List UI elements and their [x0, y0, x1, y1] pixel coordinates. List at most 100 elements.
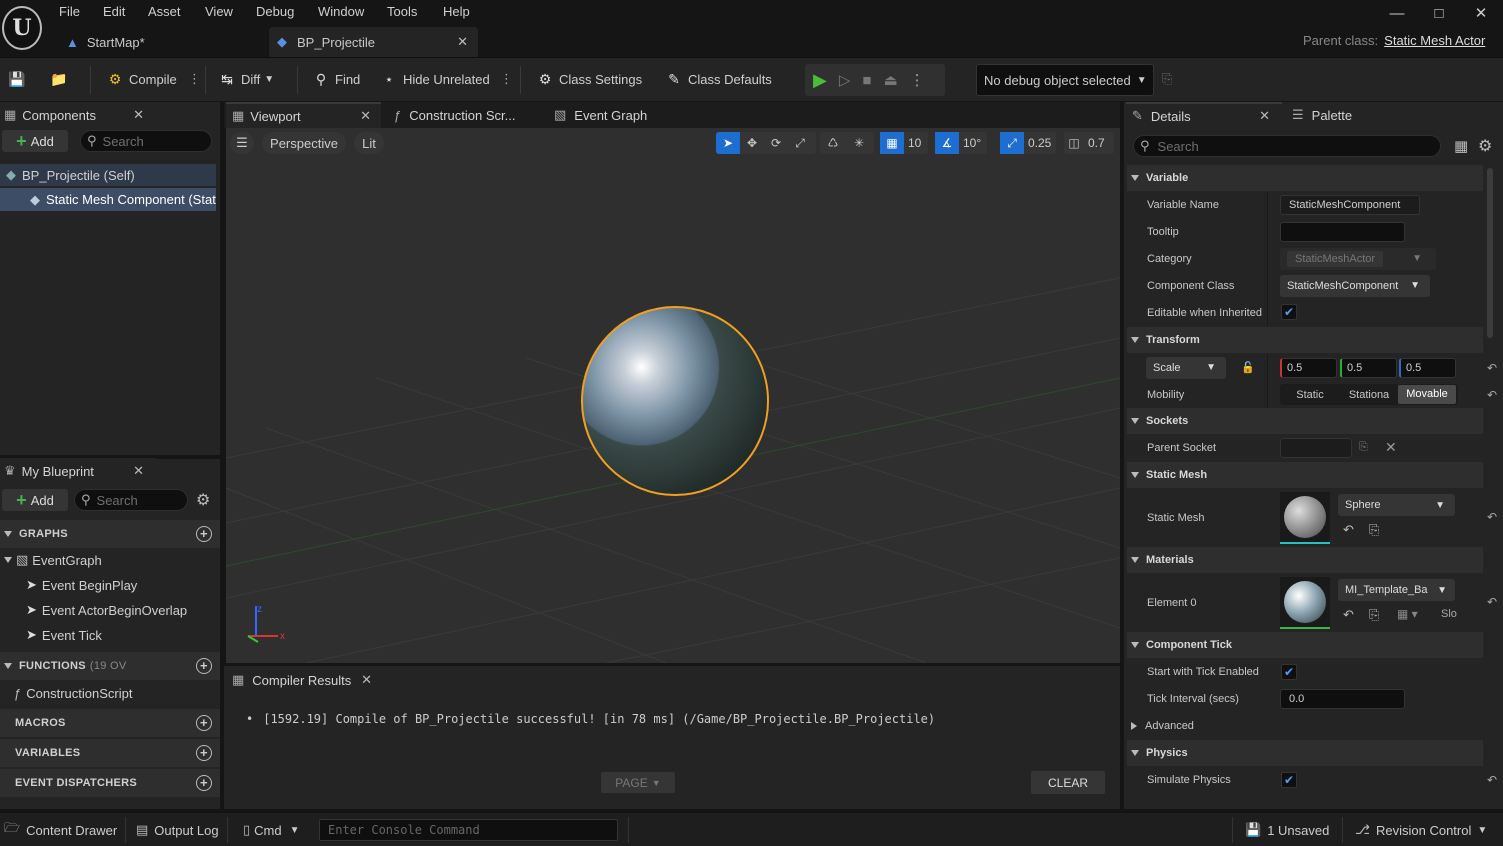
close-tab-icon[interactable]: ✕ — [361, 672, 372, 688]
details-search-input[interactable]: ⚲ Search — [1133, 135, 1441, 157]
close-tab-icon[interactable]: ✕ — [360, 108, 371, 124]
browse-asset-icon[interactable]: ⎘ — [1369, 522, 1379, 538]
cmd-dropdown[interactable]: ▯ Cmd ▼ — [243, 819, 300, 841]
world-local-icon[interactable]: ✳ — [846, 136, 872, 150]
select-icon[interactable]: ➤ — [716, 132, 740, 154]
reset-icon[interactable]: ↶ — [1487, 595, 1497, 609]
scale-y-field[interactable]: 0.5 — [1340, 357, 1397, 378]
component-tick-section[interactable]: Component Tick — [1127, 632, 1483, 658]
class-settings-button[interactable]: ⚙ Class Settings — [536, 64, 642, 94]
rotate-icon[interactable]: ⟳ — [764, 136, 788, 150]
use-selected-icon[interactable]: ↶ — [1343, 522, 1354, 538]
hide-unrelated-button[interactable]: ⋆ Hide Unrelated — [380, 64, 490, 94]
menu-tools[interactable]: Tools — [387, 4, 417, 19]
event-tick-item[interactable]: ➤ Event Tick — [26, 627, 102, 643]
blueprint-search-input[interactable]: ⚲ Search — [74, 489, 188, 511]
compile-button[interactable]: ⚙ Compile — [106, 64, 177, 94]
tab-event-graph[interactable]: ▧ Event Graph — [548, 102, 678, 128]
reset-icon[interactable]: ↶ — [1487, 773, 1497, 787]
scale-z-field[interactable]: 0.5 — [1399, 357, 1456, 378]
maximize-icon[interactable]: □ — [1428, 2, 1450, 24]
revision-control-button[interactable]: ⎇ Revision Control ▼ — [1355, 819, 1487, 841]
tab-bp-projectile[interactable]: ◆ BP_Projectile ✕ — [269, 27, 478, 57]
parent-class-link[interactable]: Static Mesh Actor — [1384, 33, 1485, 48]
debug-browse-icon[interactable]: ⎘ — [1162, 64, 1172, 94]
event-dispatchers-section[interactable]: EVENT DISPATCHERS + — [0, 769, 220, 797]
browse-asset-icon[interactable]: ⎘ — [1369, 607, 1379, 623]
editable-inherited-checkbox[interactable]: ✔ — [1281, 304, 1297, 320]
lit-button[interactable]: Lit — [354, 132, 384, 154]
eject-icon[interactable]: ⏏ — [883, 71, 897, 89]
unsaved-button[interactable]: 💾 1 Unsaved — [1245, 819, 1329, 841]
step-icon[interactable]: ▷ — [839, 71, 851, 89]
reset-icon[interactable]: ↶ — [1487, 361, 1497, 375]
tick-interval-field[interactable]: 0.0 — [1280, 688, 1405, 709]
component-item-self[interactable]: ◆ BP_Projectile (Self) — [0, 164, 216, 186]
tab-startmap[interactable]: ▲ StartMap* — [60, 27, 265, 57]
stop-icon[interactable]: ■ — [862, 72, 871, 89]
add-graph-icon[interactable]: + — [196, 526, 212, 542]
add-macro-icon[interactable]: + — [196, 715, 212, 731]
start-tick-checkbox[interactable]: ✔ — [1281, 664, 1297, 680]
menu-view[interactable]: View — [205, 4, 233, 19]
scale-dropdown[interactable]: Scale ▼ — [1146, 356, 1226, 379]
my-blueprint-tab[interactable]: ♛ My Blueprint ✕ — [0, 458, 156, 484]
simulate-physics-checkbox[interactable]: ✔ — [1281, 772, 1297, 788]
more-options-icon[interactable]: ⋮ — [500, 64, 513, 94]
menu-edit[interactable]: Edit — [103, 4, 125, 19]
browse-button[interactable]: 📁 — [50, 64, 73, 94]
close-tab-icon[interactable]: ✕ — [1259, 108, 1270, 124]
components-tab[interactable]: ▦ Components ✕ — [0, 102, 156, 128]
component-item-static-mesh[interactable]: ◆ Static Mesh Component (Stat — [0, 188, 216, 211]
scale-x-field[interactable]: 0.5 — [1280, 357, 1337, 378]
menu-window[interactable]: Window — [318, 4, 364, 19]
category-dropdown[interactable]: StaticMeshActor ▼ — [1280, 247, 1436, 270]
event-actor-begin-overlap-item[interactable]: ➤ Event ActorBeginOverlap — [26, 602, 187, 618]
settings-gear-icon[interactable]: ⚙ — [1478, 136, 1492, 156]
tab-viewport[interactable]: ▦ Viewport ✕ — [226, 102, 381, 128]
grid-snap-control[interactable]: ▦ 10 — [880, 132, 928, 154]
clear-socket-icon[interactable]: ✕ — [1385, 439, 1397, 456]
lock-icon[interactable]: 🔓 — [1241, 361, 1255, 374]
close-tab-icon[interactable]: ✕ — [133, 107, 144, 123]
diff-button[interactable]: ↹ Diff ▼ — [218, 64, 274, 94]
variable-name-field[interactable]: StaticMeshComponent — [1280, 194, 1420, 215]
play-icon[interactable]: ▶ — [813, 70, 827, 91]
variables-section[interactable]: VARIABLES + — [0, 739, 220, 767]
settings-gear-icon[interactable]: ⚙ — [196, 490, 210, 510]
debug-object-select[interactable]: No debug object selected ▼ — [976, 64, 1154, 96]
add-blueprint-item-button[interactable]: + Add — [2, 489, 68, 511]
scale-snap-control[interactable]: ⤢ 0.25 — [1000, 132, 1056, 154]
find-button[interactable]: ⚲ Find — [312, 64, 360, 94]
translate-icon[interactable]: ✥ — [740, 136, 764, 150]
material-dropdown[interactable]: MI_Template_Ba ▼ — [1338, 579, 1455, 601]
checker-icon[interactable]: ▦ ▾ — [1397, 607, 1418, 621]
scale-icon[interactable]: ⤢ — [788, 136, 812, 151]
page-dropdown[interactable]: PAGE ▼ — [601, 772, 675, 793]
menu-asset[interactable]: Asset — [148, 4, 181, 19]
graphs-section[interactable]: GRAPHS + — [0, 520, 220, 548]
console-command-input[interactable]: Enter Console Command — [319, 819, 618, 841]
compile-options-icon[interactable]: ⋮ — [188, 64, 201, 94]
palette-tab[interactable]: ☰ Palette — [1286, 102, 1386, 128]
output-log-button[interactable]: ▤ Output Log — [136, 819, 219, 841]
menu-file[interactable]: File — [59, 4, 80, 19]
materials-section[interactable]: Materials — [1127, 547, 1483, 573]
menu-help[interactable]: Help — [443, 4, 470, 19]
unreal-logo-icon[interactable]: U — [2, 6, 42, 50]
perspective-button[interactable]: Perspective — [262, 132, 346, 154]
advanced-row[interactable]: Advanced — [1127, 712, 1483, 739]
rotation-snap-control[interactable]: ∡ 10° — [935, 132, 987, 154]
components-search-input[interactable]: ⚲ Search — [80, 130, 212, 152]
details-scrollbar[interactable] — [1487, 168, 1493, 338]
add-component-button[interactable]: + Add — [2, 130, 68, 152]
add-variable-icon[interactable]: + — [196, 745, 212, 761]
viewport-menu-icon[interactable]: ☰ — [230, 132, 254, 154]
component-class-dropdown[interactable]: StaticMeshComponent ▼ — [1280, 274, 1430, 297]
event-graph-item[interactable]: ▧ EventGraph — [4, 552, 102, 568]
browse-socket-icon[interactable]: ⎘ — [1359, 441, 1368, 454]
class-defaults-button[interactable]: ✎ Class Defaults — [665, 64, 772, 94]
sockets-section[interactable]: Sockets — [1127, 408, 1483, 434]
mobility-movable[interactable]: Movable — [1398, 385, 1456, 404]
play-options-icon[interactable]: ⋮ — [910, 71, 925, 89]
